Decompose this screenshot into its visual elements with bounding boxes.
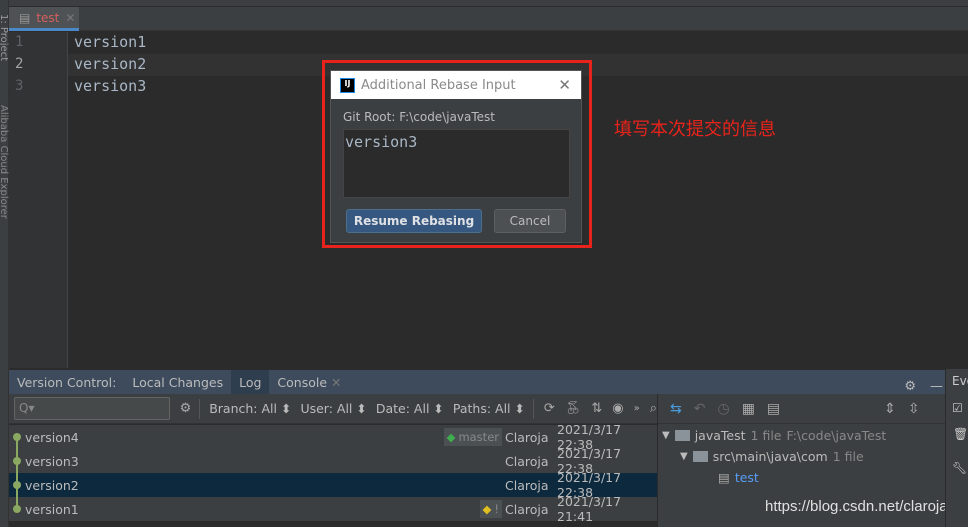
expand-arrow-icon: ▼ <box>662 430 670 441</box>
file-icon: ▤ <box>19 10 31 25</box>
trash-icon[interactable]: 🗑︎ <box>953 427 968 441</box>
tree-dir[interactable]: ▼ src\main\java\com 1 file <box>680 449 864 464</box>
refresh-icon[interactable]: ⟳ <box>544 401 555 416</box>
code-line[interactable]: version3 <box>74 77 146 95</box>
expand-all-icon[interactable]: ⇕ <box>884 401 896 417</box>
tag-label: ! <box>494 502 499 516</box>
tag-icon: ◆ <box>446 430 456 444</box>
line-number: 2 <box>15 56 24 72</box>
eye-icon[interactable]: ◉ <box>612 401 623 416</box>
gear-icon[interactable]: ⚙ <box>180 401 192 416</box>
commit-row[interactable]: version1 ◆! Claroja 2021/3/17 21:41 <box>9 494 657 524</box>
root-count: 1 file <box>750 428 782 443</box>
date-filter[interactable]: Date: All ⬍ <box>376 401 444 416</box>
intellij-logo-icon: IJ <box>340 77 355 93</box>
commit-subject: version1 <box>25 501 79 517</box>
close-icon[interactable]: ✕ <box>327 370 341 395</box>
resume-rebasing-button[interactable]: Resume Rebasing <box>346 209 482 233</box>
code-line[interactable]: version1 <box>74 33 146 51</box>
event-log-title: Eve <box>952 374 968 388</box>
branch-tag: ◆ master <box>443 428 502 446</box>
editor-tab[interactable]: ▤ test ✕ <box>9 7 79 31</box>
commit-author: Claroja <box>505 453 549 469</box>
tab-console[interactable]: Console ✕ <box>269 370 349 395</box>
tag-badge: ◆! <box>479 500 502 518</box>
cherry-pick-icon[interactable]: 🍒︎ <box>565 401 582 416</box>
layout-icon[interactable]: ▤ <box>767 401 780 417</box>
dir-name: src\main\java\com <box>712 449 828 464</box>
tag-label: master <box>458 430 499 444</box>
paths-filter[interactable]: Paths: All ⬍ <box>453 401 525 416</box>
cloud-explorer-tool-button[interactable]: Alibaba Cloud Explorer <box>0 105 9 219</box>
version-control-header: Version Control: Local Changes Log Conso… <box>9 369 945 395</box>
commit-author: Claroja <box>505 429 549 445</box>
tree-file[interactable]: ▤ test <box>718 470 759 485</box>
commit-subject: version2 <box>25 477 79 493</box>
compare-icon[interactable]: ⇆ <box>670 401 682 417</box>
file-name: test <box>734 470 759 485</box>
watermark: https://blog.csdn.net/claroja <box>765 498 948 515</box>
dialog-title-bar: IJ Additional Rebase Input ✕ <box>331 71 581 99</box>
commit-author: Claroja <box>505 501 549 517</box>
search-input[interactable]: Q▾ <box>14 397 170 420</box>
line-number: 3 <box>15 78 24 94</box>
revert-icon[interactable]: ↶ <box>694 401 706 417</box>
separator <box>199 398 201 419</box>
sort-icon[interactable]: ⇅ <box>591 401 602 416</box>
wrench-icon[interactable]: 🔧︎ <box>952 461 967 475</box>
close-icon[interactable]: ✕ <box>65 11 75 25</box>
history-icon[interactable]: ◷ <box>717 401 729 417</box>
search-icon[interactable]: ⌕ <box>650 401 657 416</box>
user-filter[interactable]: User: All ⬍ <box>300 401 366 416</box>
tag-icon: ◆ <box>482 502 492 516</box>
checkbox-icon[interactable]: ☑ <box>952 401 963 415</box>
file-icon: ▤ <box>718 470 730 485</box>
rebase-dialog: IJ Additional Rebase Input ✕ Git Root: F… <box>330 70 582 243</box>
commit-author: Claroja <box>505 477 549 493</box>
group-by-icon[interactable]: ▦ <box>742 401 755 417</box>
project-tool-button[interactable]: 1: Project <box>0 14 9 61</box>
branch-filter[interactable]: Branch: All ⬍ <box>209 401 291 416</box>
dialog-title: Additional Rebase Input <box>361 77 516 93</box>
git-root-label: Git Root: F:\code\javaTest <box>343 110 496 124</box>
menu-strip <box>9 0 968 7</box>
event-log-panel: Eve ☑ 🗑︎ 🔧︎ <box>945 369 968 527</box>
panel-title: Version Control: <box>17 374 117 390</box>
root-name: javaTest <box>694 428 746 443</box>
cancel-button[interactable]: Cancel <box>494 209 566 233</box>
tab-label: test <box>36 10 60 25</box>
commit-graph-line <box>16 437 18 510</box>
log-toolbar: Q▾ ⚙ Branch: All ⬍ User: All ⬍ Date: All… <box>9 394 657 424</box>
expand-arrow-icon: ▼ <box>680 451 688 462</box>
changes-toolbar: ⇆ ↶ ◷ ▦ ▤ ⇕ ⇳ <box>658 394 946 424</box>
code-line[interactable]: version2 <box>74 55 146 73</box>
tab-log[interactable]: Log <box>231 369 270 395</box>
commit-subject: version4 <box>25 429 79 445</box>
more-icon[interactable]: » <box>634 403 640 414</box>
separator <box>532 398 534 419</box>
commit-subject: version3 <box>25 453 79 469</box>
line-number: 1 <box>15 34 24 50</box>
tab-local-changes[interactable]: Local Changes <box>124 370 231 395</box>
root-path: F:\code\javaTest <box>786 428 887 443</box>
tree-root[interactable]: ▼ javaTest 1 file F:\code\javaTest <box>662 428 886 443</box>
left-tool-strip: 1: Project Alibaba Cloud Explorer <box>0 0 9 527</box>
module-folder-icon <box>674 430 690 441</box>
close-icon[interactable]: ✕ <box>558 76 571 94</box>
dir-count: 1 file <box>832 449 864 464</box>
commit-date: 2021/3/17 21:41 <box>557 494 622 524</box>
editor-tab-bar: ▤ test ✕ <box>9 7 968 31</box>
tab-console-label: Console <box>277 374 328 390</box>
commit-message-input[interactable]: version3 <box>343 129 570 198</box>
collapse-all-icon[interactable]: ⇳ <box>908 401 920 417</box>
folder-icon <box>692 451 708 462</box>
annotation-text: 填写本次提交的信息 <box>614 119 776 140</box>
